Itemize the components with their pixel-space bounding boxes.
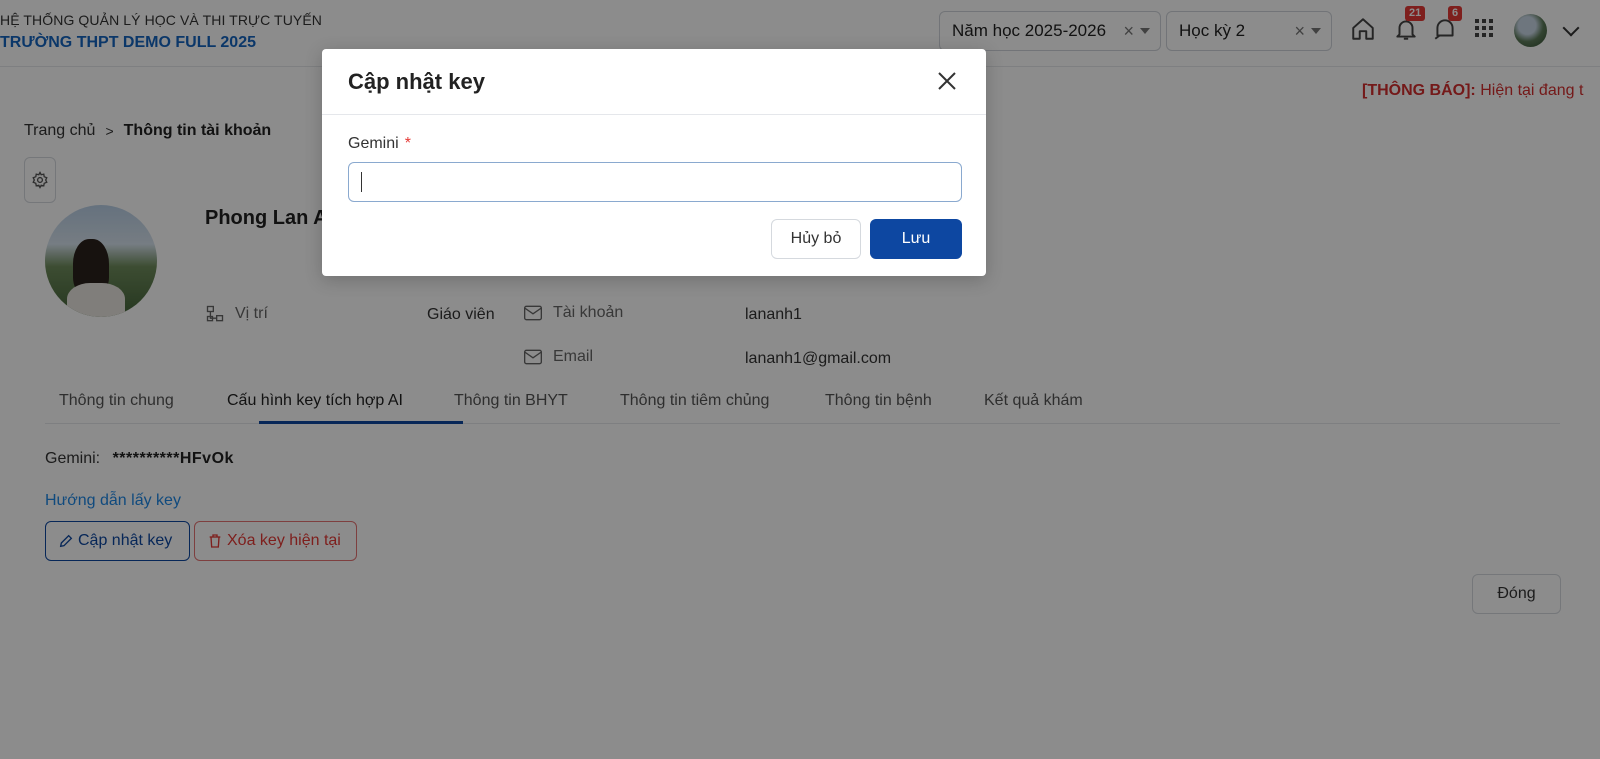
- gemini-key-input[interactable]: [348, 162, 962, 202]
- cancel-button[interactable]: Hủy bỏ: [771, 219, 861, 259]
- gemini-field-label: Gemini *: [348, 135, 411, 152]
- required-marker: *: [404, 135, 411, 152]
- text-caret: [361, 172, 362, 192]
- close-icon[interactable]: [935, 69, 959, 93]
- update-key-modal: Cập nhật key Gemini * Hủy bỏ Lưu: [322, 49, 986, 276]
- modal-divider: [322, 114, 986, 115]
- modal-title: Cập nhật key: [348, 69, 485, 94]
- save-button[interactable]: Lưu: [870, 219, 962, 259]
